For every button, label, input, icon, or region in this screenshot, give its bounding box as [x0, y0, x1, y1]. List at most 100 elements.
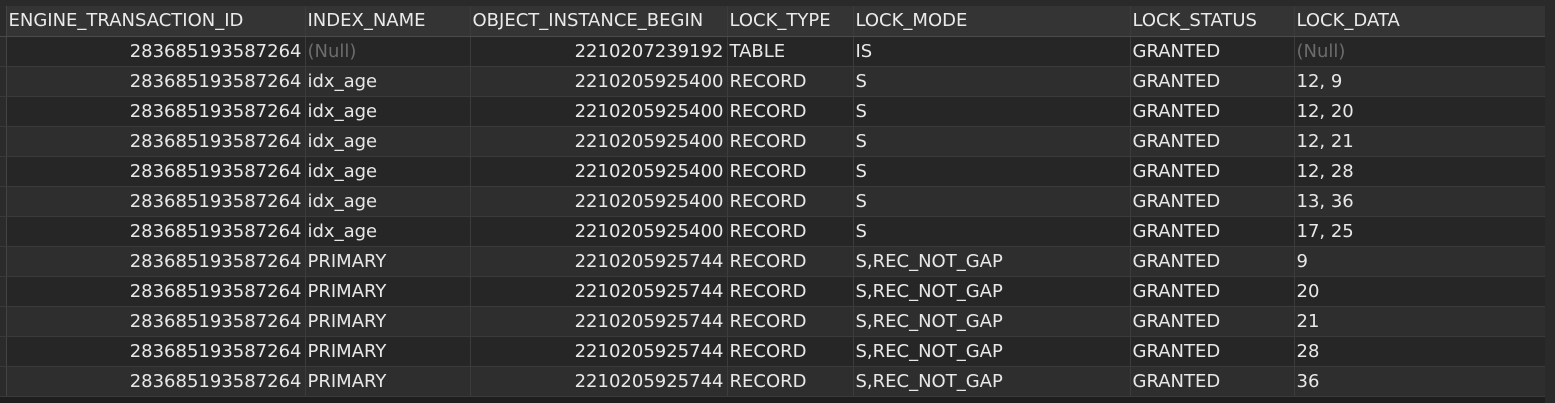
- lock-data-cell[interactable]: 21: [1294, 306, 1546, 337]
- object-instance-begin-cell[interactable]: 2210205925744: [470, 276, 728, 307]
- index-name-cell[interactable]: idx_age: [305, 66, 471, 97]
- column-header-lock-status[interactable]: LOCK_STATUS: [1130, 6, 1295, 37]
- table-row[interactable]: 283685193587264 PRIMARY 2210205925744 RECOR…: [0, 276, 1546, 307]
- lock-type-cell[interactable]: RECORD: [727, 156, 854, 187]
- lock-mode-cell[interactable]: S,REC_NOT_GAP: [853, 366, 1131, 397]
- lock-type-cell[interactable]: RECORD: [727, 246, 854, 277]
- column-header-index-name[interactable]: INDEX_NAME: [305, 6, 471, 37]
- lock-status-cell[interactable]: GRANTED: [1130, 276, 1295, 307]
- index-name-cell[interactable]: PRIMARY: [305, 336, 471, 367]
- lock-mode-cell[interactable]: S,REC_NOT_GAP: [853, 276, 1131, 307]
- lock-status-cell[interactable]: GRANTED: [1130, 216, 1295, 247]
- table-row[interactable]: 283685193587264 PRIMARY 2210205925744 RECOR…: [0, 246, 1546, 277]
- lock-status-cell[interactable]: GRANTED: [1130, 246, 1295, 277]
- object-instance-begin-cell[interactable]: 2210205925400: [470, 156, 728, 187]
- lock-data-cell[interactable]: 9: [1294, 246, 1546, 277]
- index-name-cell[interactable]: idx_age: [305, 186, 471, 217]
- lock-type-cell[interactable]: RECORD: [727, 186, 854, 217]
- object-instance-begin-cell[interactable]: 2210205925744: [470, 366, 728, 397]
- index-name-cell[interactable]: PRIMARY: [305, 246, 471, 277]
- engine-transaction-id-cell[interactable]: 283685193587264: [6, 276, 306, 307]
- lock-mode-cell[interactable]: S,REC_NOT_GAP: [853, 336, 1131, 367]
- lock-mode-cell[interactable]: IS: [853, 36, 1131, 67]
- lock-type-cell[interactable]: RECORD: [727, 306, 854, 337]
- engine-transaction-id-cell[interactable]: 283685193587264: [6, 96, 306, 127]
- lock-type-cell[interactable]: RECORD: [727, 336, 854, 367]
- column-header-object-instance-begin[interactable]: OBJECT_INSTANCE_BEGIN: [470, 6, 728, 37]
- column-header-lock-mode[interactable]: LOCK_MODE: [853, 6, 1131, 37]
- lock-type-cell[interactable]: TABLE: [727, 36, 854, 67]
- column-header-lock-type[interactable]: LOCK_TYPE: [727, 6, 854, 37]
- table-row[interactable]: 283685193587264 PRIMARY 2210205925744 RECOR…: [0, 336, 1546, 367]
- lock-status-cell[interactable]: GRANTED: [1130, 186, 1295, 217]
- index-name-cell[interactable]: idx_age: [305, 126, 471, 157]
- table-row[interactable]: 283685193587264 idx_age 2210205925400 RECOR…: [0, 66, 1546, 97]
- object-instance-begin-cell[interactable]: 2210205925400: [470, 126, 728, 157]
- lock-status-cell[interactable]: GRANTED: [1130, 96, 1295, 127]
- column-header-engine-transaction-id[interactable]: ENGINE_TRANSACTION_ID: [6, 6, 306, 37]
- index-name-cell[interactable]: idx_age: [305, 156, 471, 187]
- engine-transaction-id-cell[interactable]: 283685193587264: [6, 36, 306, 67]
- lock-type-cell[interactable]: RECORD: [727, 66, 854, 97]
- lock-type-cell[interactable]: RECORD: [727, 96, 854, 127]
- lock-data-cell[interactable]: 12, 21: [1294, 126, 1546, 157]
- index-name-cell[interactable]: (Null): [305, 36, 471, 67]
- lock-status-cell[interactable]: GRANTED: [1130, 36, 1295, 67]
- lock-data-cell[interactable]: 17, 25: [1294, 216, 1546, 247]
- index-name-cell[interactable]: idx_age: [305, 96, 471, 127]
- lock-type-cell[interactable]: RECORD: [727, 366, 854, 397]
- column-header-lock-data[interactable]: LOCK_DATA: [1294, 6, 1546, 37]
- lock-status-cell[interactable]: GRANTED: [1130, 366, 1295, 397]
- table-row[interactable]: 283685193587264 idx_age 2210205925400 RECOR…: [0, 216, 1546, 247]
- lock-data-cell[interactable]: (Null): [1294, 36, 1546, 67]
- lock-mode-cell[interactable]: S,REC_NOT_GAP: [853, 306, 1131, 337]
- engine-transaction-id-cell[interactable]: 283685193587264: [6, 246, 306, 277]
- lock-mode-cell[interactable]: S: [853, 156, 1131, 187]
- engine-transaction-id-cell[interactable]: 283685193587264: [6, 336, 306, 367]
- object-instance-begin-cell[interactable]: 2210205925744: [470, 246, 728, 277]
- engine-transaction-id-cell[interactable]: 283685193587264: [6, 306, 306, 337]
- lock-data-cell[interactable]: 12, 28: [1294, 156, 1546, 187]
- table-row[interactable]: 283685193587264 idx_age 2210205925400 RECOR…: [0, 96, 1546, 127]
- lock-mode-cell[interactable]: S: [853, 186, 1131, 217]
- object-instance-begin-cell[interactable]: 2210205925744: [470, 336, 728, 367]
- lock-data-cell[interactable]: 36: [1294, 366, 1546, 397]
- lock-data-cell[interactable]: 12, 9: [1294, 66, 1546, 97]
- engine-transaction-id-cell[interactable]: 283685193587264: [6, 186, 306, 217]
- lock-mode-cell[interactable]: S: [853, 126, 1131, 157]
- lock-data-cell[interactable]: 13, 36: [1294, 186, 1546, 217]
- lock-data-cell[interactable]: 28: [1294, 336, 1546, 367]
- lock-mode-cell[interactable]: S: [853, 96, 1131, 127]
- index-name-cell[interactable]: PRIMARY: [305, 306, 471, 337]
- lock-status-cell[interactable]: GRANTED: [1130, 66, 1295, 97]
- lock-type-cell[interactable]: RECORD: [727, 216, 854, 247]
- object-instance-begin-cell[interactable]: 2210205925400: [470, 186, 728, 217]
- object-instance-begin-cell[interactable]: 2210205925400: [470, 66, 728, 97]
- lock-status-cell[interactable]: GRANTED: [1130, 336, 1295, 367]
- lock-status-cell[interactable]: GRANTED: [1130, 306, 1295, 337]
- lock-status-cell[interactable]: GRANTED: [1130, 126, 1295, 157]
- lock-mode-cell[interactable]: S: [853, 216, 1131, 247]
- engine-transaction-id-cell[interactable]: 283685193587264: [6, 366, 306, 397]
- object-instance-begin-cell[interactable]: 2210205925400: [470, 216, 728, 247]
- index-name-cell[interactable]: PRIMARY: [305, 276, 471, 307]
- engine-transaction-id-cell[interactable]: 283685193587264: [6, 126, 306, 157]
- index-name-cell[interactable]: PRIMARY: [305, 366, 471, 397]
- index-name-cell[interactable]: idx_age: [305, 216, 471, 247]
- lock-mode-cell[interactable]: S: [853, 66, 1131, 97]
- lock-type-cell[interactable]: RECORD: [727, 126, 854, 157]
- engine-transaction-id-cell[interactable]: 283685193587264: [6, 216, 306, 247]
- table-row[interactable]: 283685193587264 idx_age 2210205925400 RECOR…: [0, 156, 1546, 187]
- object-instance-begin-cell[interactable]: 2210205925744: [470, 306, 728, 337]
- lock-mode-cell[interactable]: S,REC_NOT_GAP: [853, 246, 1131, 277]
- table-row[interactable]: 283685193587264 idx_age 2210205925400 RECOR…: [0, 126, 1546, 157]
- object-instance-begin-cell[interactable]: 2210207239192: [470, 36, 728, 67]
- engine-transaction-id-cell[interactable]: 283685193587264: [6, 66, 306, 97]
- table-row[interactable]: 283685193587264 idx_age 2210205925400 RECOR…: [0, 186, 1546, 217]
- engine-transaction-id-cell[interactable]: 283685193587264: [6, 156, 306, 187]
- lock-status-cell[interactable]: GRANTED: [1130, 156, 1295, 187]
- object-instance-begin-cell[interactable]: 2210205925400: [470, 96, 728, 127]
- lock-data-cell[interactable]: 20: [1294, 276, 1546, 307]
- table-row[interactable]: 283685193587264 (Null) 2210207239192 TABLE I…: [0, 36, 1546, 67]
- table-row[interactable]: 283685193587264 PRIMARY 2210205925744 RECOR…: [0, 366, 1546, 397]
